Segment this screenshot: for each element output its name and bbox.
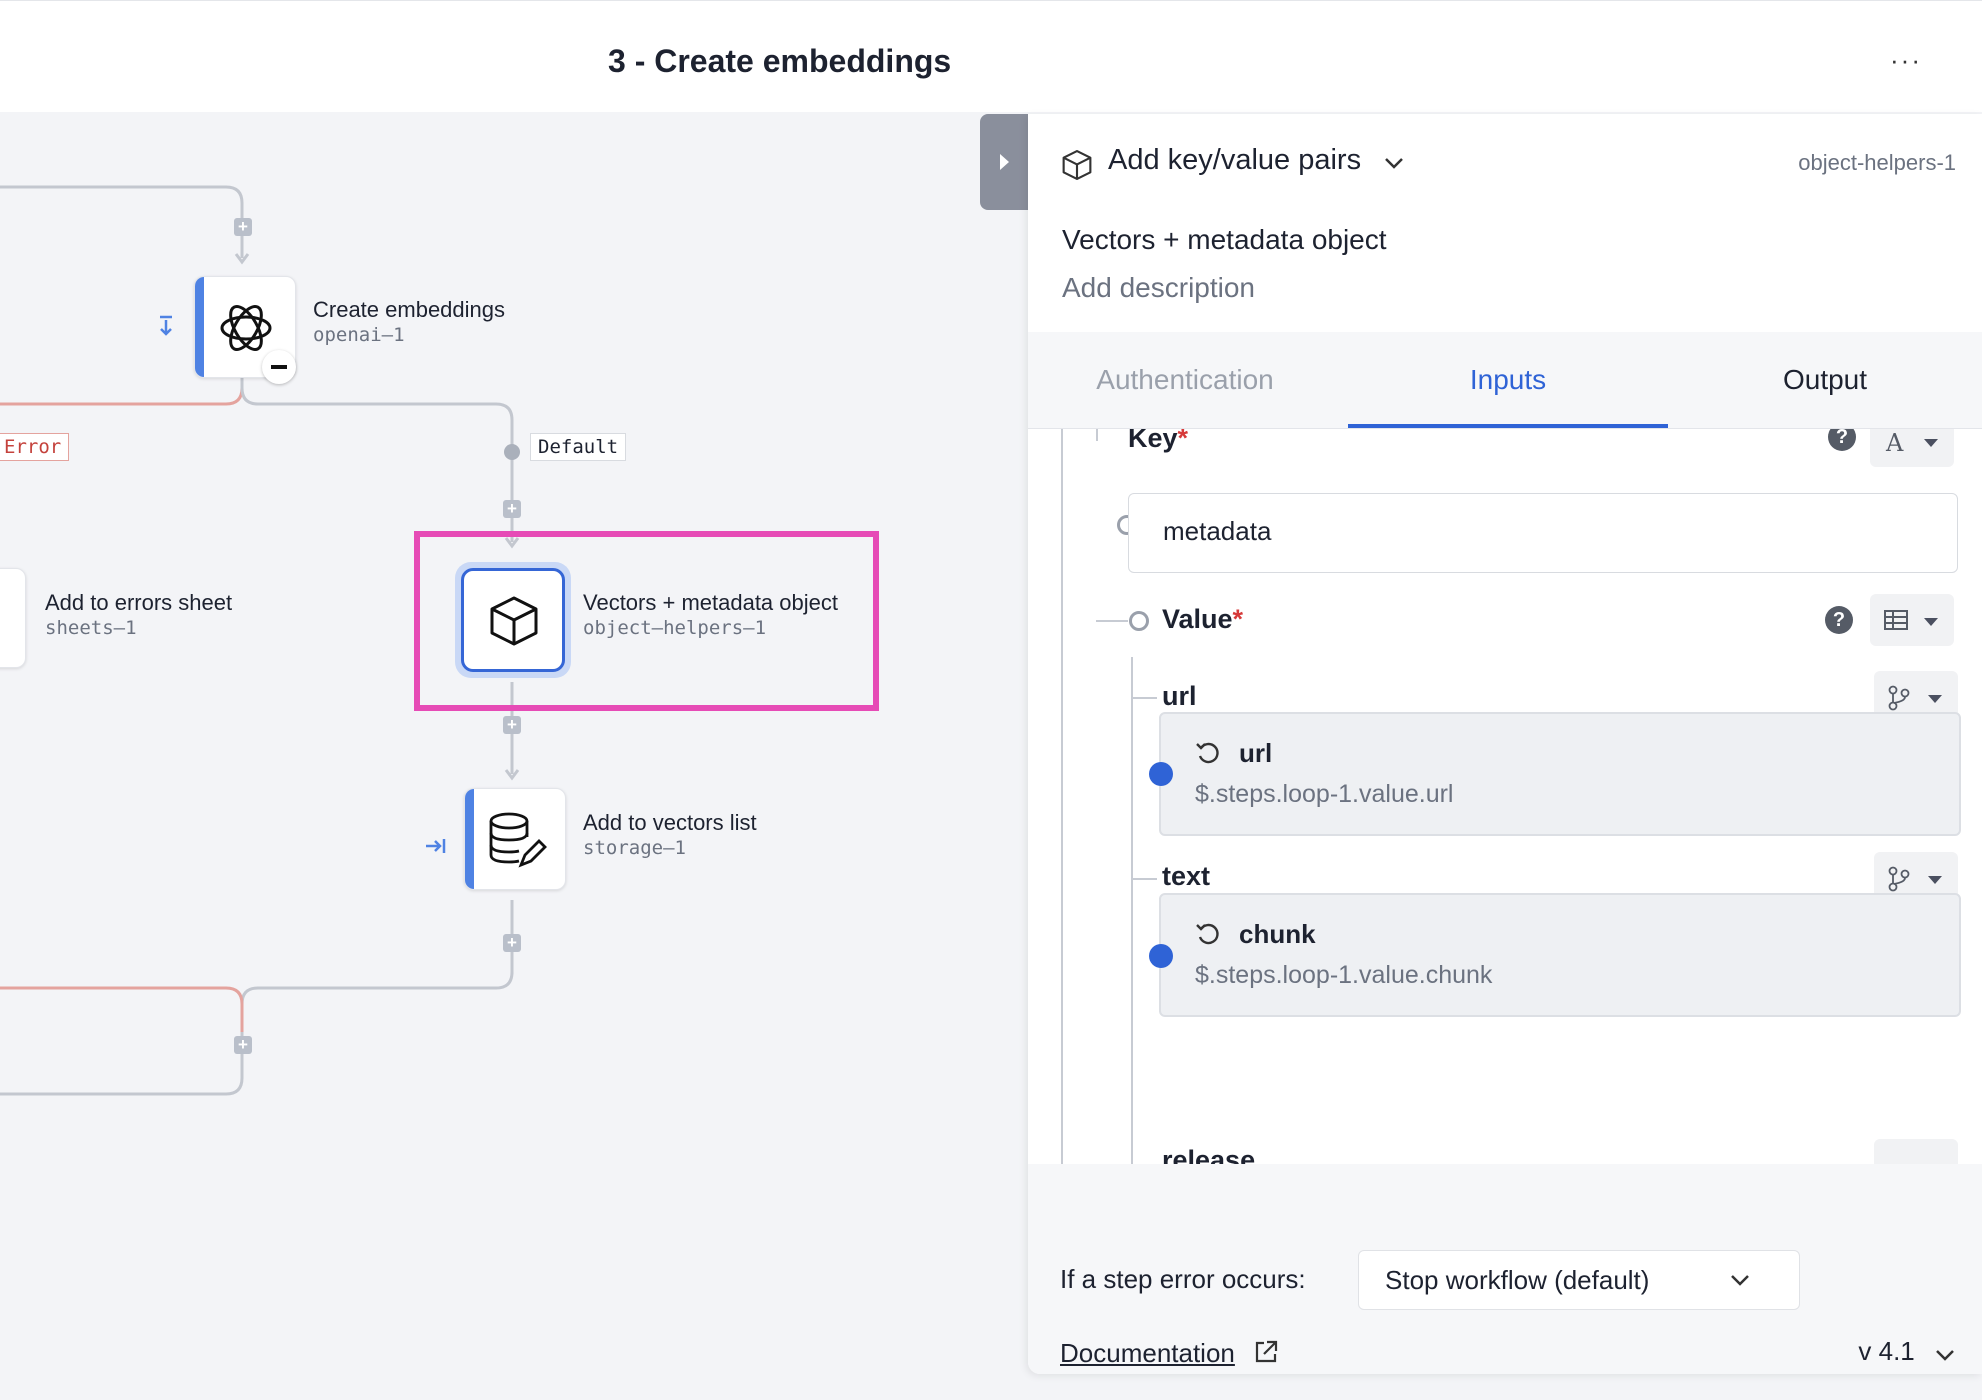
node-id: sheets–1 [45,617,137,639]
refresh-icon [1195,921,1221,952]
tree-branch [1131,878,1157,880]
active-tab-indicator [1348,424,1668,428]
field-label-partial: release [1162,1145,1256,1164]
field-label-text: text [1162,861,1211,891]
add-step-button[interactable]: + [234,218,252,236]
ref-name: url [1239,738,1273,768]
default-edge-label: Default [530,433,627,461]
key-label: Key* [1128,429,1189,453]
action-selector[interactable]: Add key/value pairs [1108,144,1405,178]
tree-branch [1131,697,1157,699]
key-input[interactable]: metadata [1128,493,1958,573]
caret-down-icon [1928,876,1942,884]
partial-type-selector[interactable] [1874,1139,1958,1164]
help-icon[interactable]: ? [1825,606,1853,634]
database-edit-icon [485,809,547,876]
key-type-selector[interactable]: A [1870,429,1954,467]
vectors-object-node[interactable] [455,562,571,678]
openai-icon [217,299,275,362]
value-label: Value* [1162,604,1244,634]
add-step-button[interactable]: + [234,1036,252,1054]
tab-inputs[interactable]: Inputs [1348,332,1668,428]
action-name: Add key/value pairs [1108,144,1362,176]
text-connector[interactable] [1149,944,1173,968]
help-icon[interactable]: ? [1828,429,1856,451]
refresh-icon [1195,740,1221,771]
caret-down-icon [1928,695,1942,703]
collapse-down-icon[interactable] [156,314,176,343]
error-handling-label: If a step error occurs: [1060,1264,1306,1294]
caret-down-icon [1924,618,1938,626]
ref-path: $.steps.loop-1.value.chunk [1195,961,1493,989]
workflow-canvas[interactable]: + + + + + Error Default Create embedding… [0,112,1030,1400]
value-connector[interactable] [1129,611,1149,631]
add-step-button[interactable]: + [503,934,521,952]
value-type-selector[interactable] [1870,594,1954,646]
ref-path: $.steps.loop-1.value.url [1195,780,1454,808]
connector-lines [0,185,879,1096]
tab-bar: Authentication Inputs Output [1028,332,1982,429]
documentation-link[interactable]: Documentation [1060,1338,1280,1373]
inputs-form[interactable]: Key* ? A metadata Value* ? url url $.ste… [1028,429,1982,1164]
collapse-panel-button[interactable] [980,114,1028,210]
caret-down-icon [1924,439,1938,447]
node-title: Add to errors sheet [45,590,233,615]
node-title: Vectors + metadata object [583,590,838,615]
step-config-panel: Add key/value pairs object-helpers-1 Vec… [1028,114,1982,1374]
collapse-right-icon[interactable] [424,836,448,861]
more-options-button[interactable]: ··· [1890,47,1922,73]
table-icon [1884,610,1908,635]
chevron-down-icon [1383,145,1405,178]
panel-footer: If a step error occurs: Stop workflow (d… [1028,1164,1982,1374]
external-link-icon [1252,1338,1280,1373]
version-selector[interactable]: v 4.1 [1858,1336,1956,1369]
node-id: openai–1 [313,324,405,346]
error-edge-label: Error [0,433,70,461]
add-step-button[interactable]: + [503,500,521,518]
description-field[interactable]: Add description [1062,272,1255,304]
ref-name: chunk [1239,919,1316,949]
chevron-down-icon [1934,1338,1956,1369]
add-step-button[interactable]: + [503,716,521,734]
errors-sheet-node[interactable] [0,568,26,668]
url-connector[interactable] [1149,762,1173,786]
node-id: storage–1 [583,837,686,859]
tab-output[interactable]: Output [1668,332,1982,428]
top-bar: 3 - Create embeddings ··· [0,0,1982,112]
cube-icon [1060,148,1094,187]
step-id: object-helpers-1 [1798,150,1956,175]
tree-branch [1096,620,1128,622]
text-type-icon: A [1886,429,1904,457]
tab-authentication[interactable]: Authentication [1028,332,1342,428]
vectors-list-node[interactable] [464,788,566,890]
node-title: Create embeddings [313,297,506,322]
node-id: object–helpers–1 [583,617,767,639]
tree-line [1061,429,1063,1164]
caret-right-icon [1000,154,1009,170]
text-value-box[interactable]: chunk $.steps.loop-1.value.chunk [1159,893,1961,1017]
url-value-box[interactable]: url $.steps.loop-1.value.url [1159,712,1961,836]
tree-branch [1096,429,1098,437]
chevron-down-icon [1729,1273,1751,1292]
error-handling-select[interactable]: Stop workflow (default) [1358,1250,1800,1310]
tree-line [1131,657,1133,1164]
step-name[interactable]: Vectors + metadata object [1062,224,1387,256]
field-label-url: url [1162,681,1197,711]
node-title: Add to vectors list [583,810,757,835]
remove-step-button[interactable] [262,350,296,384]
page-title: 3 - Create embeddings [608,43,952,79]
cube-icon [486,593,542,654]
